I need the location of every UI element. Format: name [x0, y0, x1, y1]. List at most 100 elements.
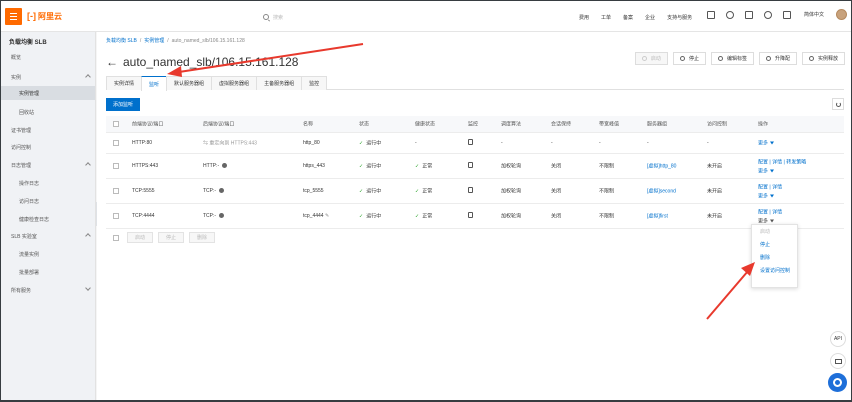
more-link[interactable]: 更多	[758, 168, 775, 175]
tab-listeners[interactable]: 监听	[141, 76, 168, 91]
start-button[interactable]: 启动	[634, 52, 668, 65]
stop-button[interactable]: 停止	[672, 52, 706, 65]
select-all-checkbox[interactable]	[113, 121, 119, 127]
sidebar-item-recycle[interactable]: 回收站	[1, 105, 95, 119]
sidebar-group-services[interactable]: 所有服务	[1, 283, 95, 297]
caret-down-icon	[770, 141, 775, 145]
info-icon[interactable]	[219, 188, 225, 194]
screen-icon[interactable]	[707, 10, 715, 19]
page-title: auto_named_slb/106.15.161.128	[123, 55, 299, 69]
back-arrow-icon[interactable]: ←	[106, 55, 118, 69]
details-link[interactable]: 详情	[772, 185, 782, 191]
configure-link[interactable]: 配置	[758, 160, 768, 166]
nav-beian[interactable]: 备案	[623, 14, 633, 21]
group-link[interactable]: [虚拟]http_80	[647, 163, 676, 170]
nav-support[interactable]: 支持与服务	[667, 14, 692, 21]
menu-item-start[interactable]: 启动	[752, 225, 797, 238]
nav-ticket[interactable]: 工单	[601, 14, 611, 21]
sidebar-item-traffic[interactable]: 流量实例	[1, 247, 95, 261]
nav-enterprise[interactable]: 企业	[645, 14, 655, 21]
monitor-cell[interactable]	[468, 187, 473, 195]
row-checkbox[interactable]	[113, 140, 119, 146]
bandwidth-cell: 不限制	[599, 188, 615, 195]
chat-button[interactable]	[828, 373, 847, 392]
configure-link[interactable]: 配置	[758, 185, 768, 191]
backend-cell: TCP:-	[203, 213, 225, 219]
tab-bar: 实例详情 监听 默认服务器组 虚拟服务器组 主备服务器组 监控	[106, 76, 844, 91]
batch-stop-button[interactable]: 停止	[158, 232, 185, 243]
menu-item-stop[interactable]: 停止	[752, 238, 797, 251]
nav-fees[interactable]: 费用	[579, 14, 589, 21]
sidebar-item-batch[interactable]: 批量部署	[1, 265, 95, 279]
session-cell: -	[551, 140, 553, 146]
sidebar-item-certificate[interactable]: 证书管理	[1, 123, 95, 137]
session-cell: 关闭	[551, 188, 562, 195]
cart-icon[interactable]	[745, 10, 753, 19]
resize-button[interactable]: 升降配	[758, 52, 797, 65]
search-icon	[263, 14, 269, 20]
group-link[interactable]: [虚拟]second	[647, 188, 676, 195]
batch-select-checkbox[interactable]	[113, 234, 119, 241]
monitor-cell[interactable]	[468, 162, 473, 170]
menu-item-delete[interactable]: 删除	[752, 251, 797, 264]
breadcrumb-slb[interactable]: 负载均衡 SLB	[106, 38, 137, 44]
bell-icon[interactable]	[726, 10, 734, 19]
edit-name-icon[interactable]: ✎	[325, 213, 329, 219]
forward-policy-link[interactable]: 转发策略	[786, 160, 806, 166]
sidebar-item-instance-manage[interactable]: 实例管理	[1, 86, 95, 100]
configure-link[interactable]: 配置	[758, 210, 768, 216]
details-link[interactable]: 详情	[772, 160, 782, 166]
main-content: 负载均衡 SLB / 实例管理 / auto_named_slb/106.15.161.…	[97, 32, 851, 400]
edit-icon	[765, 56, 771, 61]
sidebar-group-lab[interactable]: SLB 实验室	[1, 229, 95, 243]
sidebar-group-log[interactable]: 日志管理	[1, 158, 95, 172]
help-icon[interactable]	[764, 10, 772, 19]
message-button[interactable]	[830, 353, 846, 369]
home-icon[interactable]	[783, 10, 791, 19]
refresh-button[interactable]	[832, 98, 844, 110]
tab-details[interactable]: 实例详情	[106, 76, 143, 90]
more-link[interactable]: 更多	[758, 140, 775, 147]
tab-vserver-group[interactable]: 虚拟服务器组	[211, 76, 258, 90]
add-listener-button[interactable]: 添加监听	[106, 98, 141, 111]
ops-links: 配置 | 详情	[758, 184, 783, 191]
menu-item-set-acl[interactable]: 设置访问控制	[752, 264, 797, 277]
row-checkbox[interactable]	[113, 213, 119, 219]
batch-delete-button[interactable]: 删除	[189, 232, 216, 243]
status-cell: ✓ 运行中	[359, 140, 382, 147]
search-input[interactable]: 搜索	[263, 11, 413, 23]
backend-cell: ⇆ 重定向到 HTTPS:443	[203, 140, 257, 147]
language-switch[interactable]: 简体中文	[804, 11, 824, 18]
sidebar-item-accesslog[interactable]: 访问日志	[1, 194, 95, 208]
sidebar-item-overview[interactable]: 概览	[1, 50, 95, 64]
table-header: 前端协议/端口 后端协议/端口 名称 状态 健康状态 监控 调度算法 会话保持 …	[106, 116, 844, 133]
breadcrumb: 负载均衡 SLB / 实例管理 / auto_named_slb/106.15.161.…	[106, 38, 245, 44]
sidebar-item-healthlog[interactable]: 健康检查日志	[1, 212, 95, 226]
tab-master-slave-group[interactable]: 主备服务器组	[256, 76, 303, 90]
menu-icon[interactable]	[5, 8, 22, 25]
sidebar-item-oplog[interactable]: 操作日志	[1, 176, 95, 190]
tab-monitor[interactable]: 监控	[301, 76, 328, 90]
monitor-cell[interactable]	[468, 139, 473, 147]
release-button[interactable]: 实例释放	[801, 52, 845, 65]
col-bandwidth: 带宽峰值	[599, 121, 620, 128]
row-checkbox[interactable]	[113, 163, 119, 169]
sidebar-group-instance[interactable]: 实例	[1, 70, 95, 84]
check-icon: ✓	[359, 188, 364, 195]
monitor-cell[interactable]	[468, 212, 473, 220]
more-link[interactable]: 更多	[758, 193, 775, 200]
breadcrumb-instances[interactable]: 实例管理	[144, 38, 164, 44]
tab-default-group[interactable]: 默认服务器组	[166, 76, 213, 90]
edit-tags-button[interactable]: 编辑标签	[710, 52, 754, 65]
row-checkbox[interactable]	[113, 188, 119, 194]
info-icon[interactable]	[222, 163, 228, 169]
batch-start-button[interactable]: 启动	[127, 232, 154, 243]
details-link[interactable]: 详情	[772, 210, 782, 216]
info-icon[interactable]	[219, 213, 225, 219]
group-link[interactable]: [虚拟]first	[647, 213, 668, 220]
aliyun-logo[interactable]: [-] 阿里云	[27, 10, 62, 22]
avatar[interactable]	[836, 9, 848, 20]
api-button[interactable]: API	[830, 331, 846, 347]
check-icon: ✓	[359, 213, 364, 220]
sidebar-item-acl[interactable]: 访问控制	[1, 140, 95, 154]
